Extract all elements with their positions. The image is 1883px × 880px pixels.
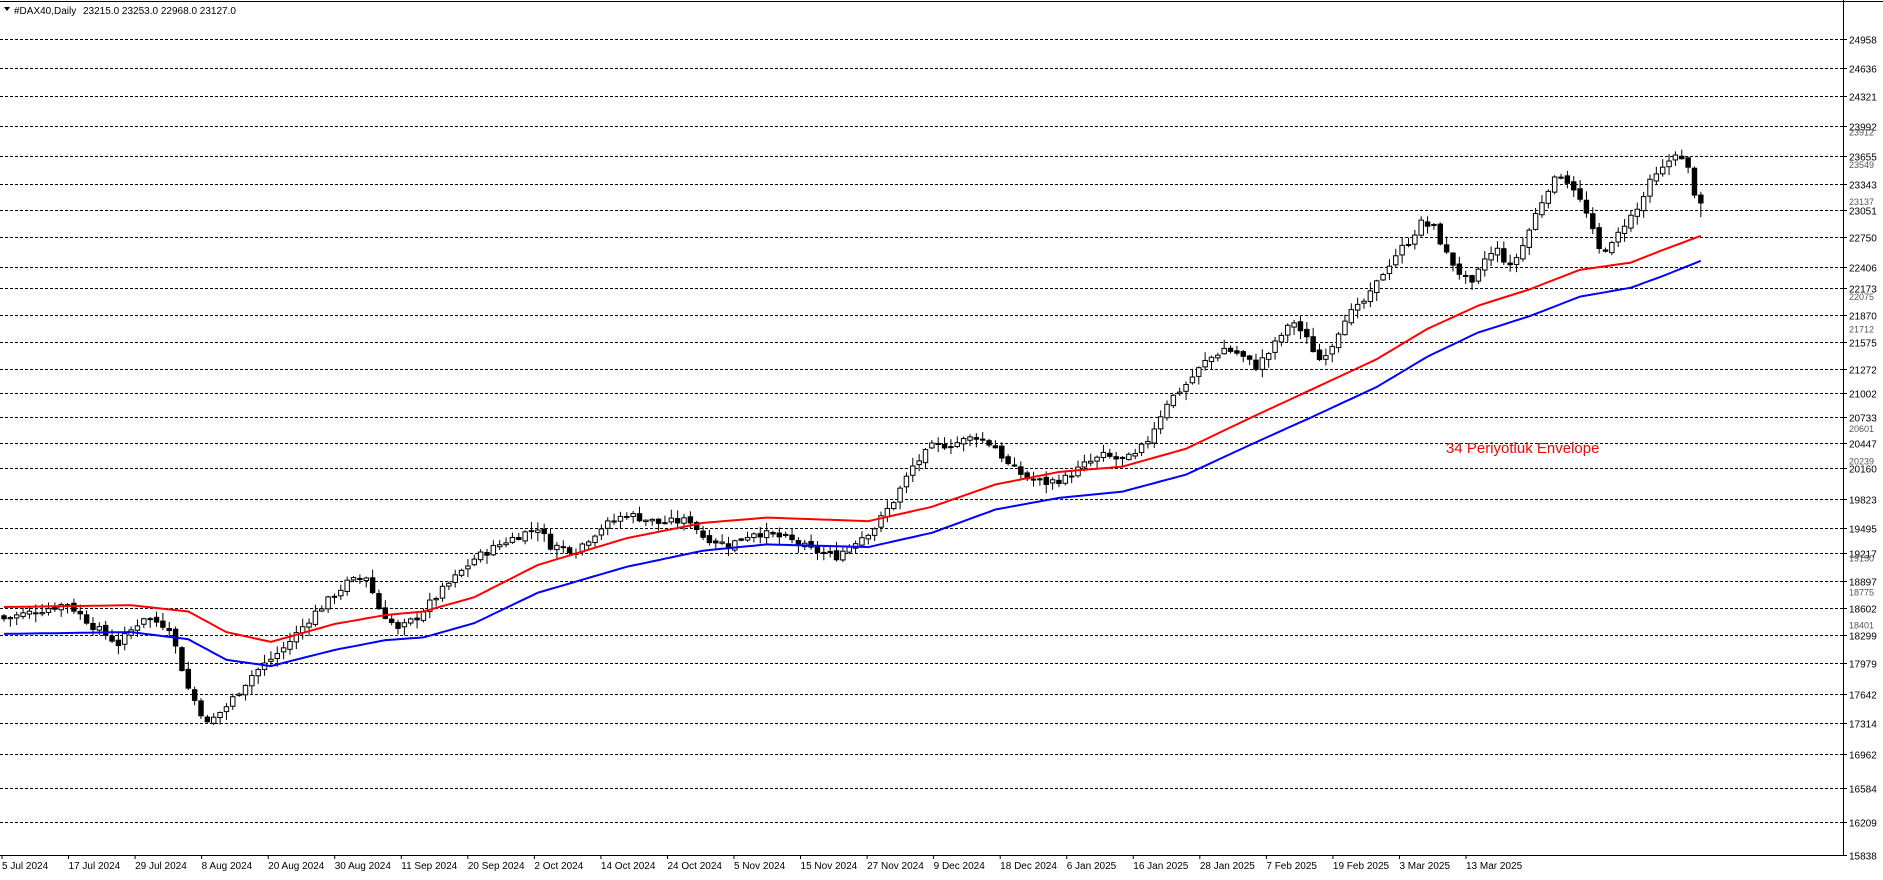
candle: [1609, 240, 1615, 256]
y-tick-label: 17642: [1849, 691, 1877, 702]
x-tick-label: 28 Jan 2025: [1200, 861, 1255, 872]
y-minor-tick-label: 19150: [1849, 554, 1874, 564]
x-tick-label: 20 Aug 2024: [268, 861, 325, 872]
x-tick-label: 13 Mar 2025: [1466, 861, 1523, 872]
candle: [1596, 222, 1602, 254]
y-minor-tick-label: 23549: [1849, 160, 1874, 170]
candle: [179, 646, 185, 672]
y-tick-label: 20733: [1849, 414, 1877, 425]
candle: [1437, 222, 1443, 246]
y-tick-label: 17314: [1849, 720, 1877, 731]
y-tick-label: 19495: [1849, 525, 1877, 536]
candle: [1475, 267, 1482, 284]
y-tick-label: 16209: [1849, 819, 1877, 830]
y-tick-label: 22406: [1849, 264, 1877, 275]
y-minor-tick-label: 20239: [1849, 456, 1874, 466]
x-tick-label: 18 Dec 2024: [1000, 861, 1057, 872]
x-tick-label: 16 Jan 2025: [1133, 861, 1188, 872]
x-tick-label: 20 Sep 2024: [468, 861, 525, 872]
x-tick-label: 3 Mar 2025: [1399, 861, 1450, 872]
candle: [1691, 166, 1698, 199]
y-tick-label: 15838: [1849, 852, 1877, 863]
price-chart[interactable]: 24958 24636 24321 23992 23655 23343 23051 22750…: [0, 0, 1883, 875]
y-minor-tick-label: 21712: [1849, 325, 1874, 335]
y-minor-tick-label: 23137: [1849, 197, 1874, 207]
y-tick-label: 21002: [1849, 390, 1877, 401]
candle: [1170, 394, 1177, 409]
y-tick-label: 24321: [1849, 93, 1877, 104]
x-tick-label: 7 Feb 2025: [1266, 861, 1317, 872]
x-tick-label: 9 Dec 2024: [934, 861, 986, 872]
y-tick-label: 21870: [1849, 312, 1877, 323]
candle: [198, 698, 204, 720]
y-tick-label: 23343: [1849, 181, 1877, 192]
y-tick-label: 18602: [1849, 605, 1877, 616]
x-tick-label: 29 Jul 2024: [135, 861, 187, 872]
chart-svg: 2495824636243212399223655233432305122750…: [0, 0, 1883, 875]
candle: [1551, 175, 1558, 195]
y-tick-label: 23051: [1849, 207, 1877, 218]
y-tick-label: 16962: [1849, 751, 1877, 762]
y-tick-label: 17979: [1849, 660, 1877, 671]
y-tick-label: 21272: [1849, 366, 1877, 377]
ohlc-readout: 23215.0 23253.0 22968.0 23127.0: [83, 6, 236, 17]
y-tick-label: 16584: [1849, 785, 1877, 796]
x-tick-label: 30 Aug 2024: [335, 861, 392, 872]
y-tick-label: 24636: [1849, 65, 1877, 76]
x-tick-label: 19 Feb 2025: [1333, 861, 1390, 872]
x-tick-label: 24 Oct 2024: [667, 861, 722, 872]
y-minor-tick-label: 18401: [1849, 621, 1874, 631]
y-minor-tick-label: 23912: [1849, 128, 1874, 138]
x-tick-label: 5 Jul 2024: [2, 861, 49, 872]
x-tick-label: 14 Oct 2024: [601, 861, 656, 872]
symbol-label: #DAX40,Daily: [14, 6, 76, 17]
x-tick-label: 11 Sep 2024: [401, 861, 457, 872]
y-minor-tick-label: 20601: [1849, 424, 1874, 434]
x-tick-label: 17 Jul 2024: [69, 861, 121, 872]
y-tick-label: 18299: [1849, 632, 1877, 643]
y-tick-label: 22750: [1849, 234, 1877, 245]
x-tick-label: 27 Nov 2024: [867, 861, 924, 872]
x-tick-label: 8 Aug 2024: [202, 861, 253, 872]
x-tick-label: 5 Nov 2024: [734, 861, 786, 872]
y-minor-tick-label: 18775: [1849, 587, 1874, 597]
candle: [732, 539, 738, 553]
envelope-annotation: 34 Periyotluk Envelope: [1446, 440, 1599, 457]
y-tick-label: 19823: [1849, 496, 1877, 507]
x-tick-label: 15 Nov 2024: [801, 861, 858, 872]
y-tick-label: 20447: [1849, 440, 1877, 451]
x-tick-label: 6 Jan 2025: [1067, 861, 1117, 872]
y-tick-label: 21575: [1849, 339, 1877, 350]
x-tick-label: 2 Oct 2024: [534, 861, 583, 872]
y-minor-tick-label: 22075: [1849, 292, 1874, 302]
chart-header: #DAX40,Daily 23215.0 23253.0 22968.0 231…: [4, 6, 236, 17]
y-tick-label: 24958: [1849, 36, 1877, 47]
